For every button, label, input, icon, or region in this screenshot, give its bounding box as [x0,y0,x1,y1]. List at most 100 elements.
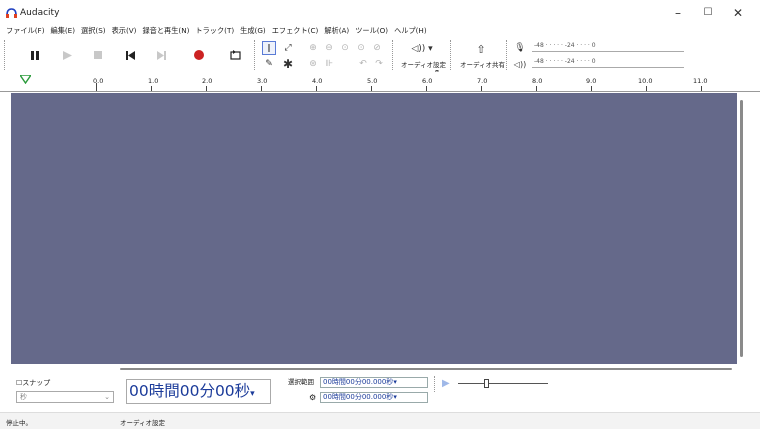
ruler-tick-label: 5.0 [367,77,378,85]
record-meter[interactable]: -48 · · · · · -24 · · · · 0 [532,41,684,52]
snap-checkbox[interactable]: ☐スナップ [16,378,50,388]
stop-icon [94,51,102,59]
menu-effect[interactable]: エフェクト(C) [272,26,319,38]
speed-slider-thumb[interactable] [484,379,489,388]
track-panel[interactable] [11,93,737,364]
playback-meter-scale: -48 · · · · · -24 · · · · 0 [534,58,596,65]
share-audio-icon-button[interactable]: ⇧ [474,42,488,56]
ruler-tick-label: 3.0 [257,77,268,85]
zoom-out-button[interactable]: ⊖ [322,41,336,55]
menu-transport[interactable]: 録音と再生(N) [142,26,189,38]
i-beam-icon: I [267,41,271,55]
playback-speed-slider[interactable] [458,383,548,384]
audacity-logo-icon [6,8,17,18]
chevron-down-icon: ⌄ [104,393,110,401]
record-icon [194,50,204,60]
skip-to-start-button[interactable] [117,42,143,68]
chevron-down-icon: ▾ [393,393,397,401]
ruler-major-tick [701,86,702,91]
selection-mode-icon[interactable]: ⚙ [309,393,316,402]
menu-view[interactable]: 表示(V) [112,26,137,38]
play-button[interactable] [54,42,80,68]
menu-tracks[interactable]: トラック(T) [195,26,234,38]
zoom-in-button[interactable]: ⊕ [306,41,320,55]
ruler-tick-label: 8.0 [532,77,543,85]
menu-tools[interactable]: ツール(O) [355,26,388,38]
record-meter-button[interactable]: 🎙︎ [513,41,527,55]
ruler-major-tick [151,86,152,91]
redo-button[interactable]: ↷ [372,57,386,71]
pause-button[interactable] [22,42,48,68]
maximize-button[interactable]: ☐ [694,5,722,21]
multi-tool-button[interactable]: ✱ [281,57,295,71]
toolbar-grip[interactable] [450,40,453,70]
play-icon: ▶ [442,378,450,389]
playback-meter-button[interactable]: ◁)) [511,57,529,71]
snap-unit-select[interactable]: 秒 ⌄ [16,391,114,403]
ruler-tick-label: 2.0 [202,77,213,85]
ruler-major-tick [536,86,537,91]
timeline-options-icon[interactable] [20,75,31,84]
time-display[interactable]: 00時間00分00秒▾ [126,379,271,404]
horizontal-scrollbar[interactable] [120,368,732,370]
menu-select[interactable]: 選択(S) [81,26,106,38]
draw-tool-button[interactable]: ✎ [262,57,276,71]
skip-start-icon [125,50,135,60]
ruler-major-tick [426,86,427,91]
toolbar-grip[interactable] [434,376,437,392]
undo-button[interactable]: ↶ [356,57,370,71]
menu-help[interactable]: ヘルプ(H) [394,26,427,38]
toolbar-grip[interactable] [506,40,509,70]
envelope-tool-button[interactable]: ⤢ [281,41,295,55]
zoom-toggle-button[interactable]: ⊘ [370,41,384,55]
fit-selection-button[interactable]: ⊙ [338,41,352,55]
window-title: Audacity [20,8,60,18]
selection-tool-button[interactable]: I [262,41,276,55]
chevron-down-icon: ▾ [250,389,255,399]
pause-icon [31,50,39,60]
selection-end-field[interactable]: 00時間00分00.000秒▾ [320,392,428,403]
timeline-ruler[interactable]: 0.0 1.0 2.0 3.0 4.0 5.0 6.0 7.0 8.0 9.0 … [0,72,760,92]
stop-button[interactable] [85,42,111,68]
ruler-major-tick [96,83,97,91]
record-meter-scale: -48 · · · · · -24 · · · · 0 [534,42,596,49]
record-button[interactable] [186,42,212,68]
fit-project-icon: ⊙ [357,43,365,53]
menu-edit[interactable]: 編集(E) [51,26,76,38]
toolbar-grip[interactable] [4,40,7,70]
playback-meter[interactable]: -48 · · · · · -24 · · · · 0 [532,57,684,68]
share-icon: ⇧ [476,42,486,56]
close-button[interactable]: ✕ [724,5,752,21]
minimize-button[interactable]: – [664,5,692,21]
selection-toolbar: ☐スナップ 秒 ⌄ 00時間00分00秒▾ 選択範囲 00時間00分00.000… [0,372,760,410]
loop-button[interactable] [222,42,248,68]
menu-analyze[interactable]: 解析(A) [324,26,349,38]
play-icon [62,50,72,60]
play-at-speed-button[interactable]: ▶ [442,378,456,390]
selection-start-value: 00時間00分00.000秒 [323,378,394,386]
audio-setup-icon-button[interactable]: ◁)) ▾ [408,42,436,56]
ruler-major-tick [591,86,592,91]
snap-label: スナップ [22,379,51,387]
menu-file[interactable]: ファイル(F) [6,26,45,38]
share-audio-button[interactable]: オーディオ共有 [460,59,505,69]
trim-button[interactable]: ⊛ [306,57,320,71]
ruler-tick-label: 7.0 [477,77,488,85]
selection-start-field[interactable]: 00時間00分00.000秒▾ [320,377,428,388]
ruler-tick-label: 6.0 [422,77,433,85]
toolbar-grip[interactable] [254,40,257,70]
menu-generate[interactable]: 生成(G) [240,26,266,38]
vertical-scrollbar[interactable] [740,100,743,357]
ruler-tick-label: 0.0 [93,77,104,85]
ruler-major-tick [371,86,372,91]
fit-project-button[interactable]: ⊙ [354,41,368,55]
status-message: オーディオ設定 [120,419,166,427]
envelope-icon: ⤢ [284,43,292,53]
ruler-major-tick [646,86,647,91]
skip-end-icon [156,50,166,60]
asterisk-icon: ✱ [282,57,294,71]
skip-to-end-button[interactable] [148,42,174,68]
toolbar-grip[interactable] [392,40,395,70]
snap-unit-value: 秒 [20,393,27,401]
silence-button[interactable]: ⊪ [322,57,336,71]
